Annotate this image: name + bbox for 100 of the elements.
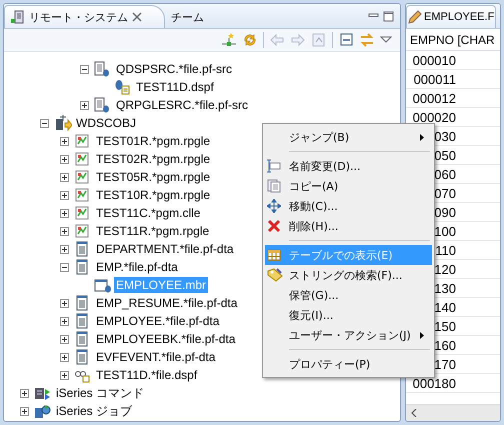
table-cell-text: 150: [433, 318, 456, 334]
expander-icon[interactable]: [60, 262, 69, 272]
menu-item[interactable]: コピー(A): [265, 176, 432, 196]
source-file-icon: [94, 61, 110, 77]
view-tab[interactable]: チーム: [165, 6, 214, 28]
expander-icon[interactable]: [60, 316, 69, 326]
column-header: EMPNO [CHAR: [406, 29, 500, 51]
expander-icon[interactable]: [60, 172, 69, 182]
tree-item[interactable]: TEST01R.*pgm.rpgle: [94, 133, 212, 149]
tree-item[interactable]: iSeries ジョブ: [54, 402, 134, 420]
tree-item[interactable]: QDSPSRC.*file.pf-src: [114, 61, 234, 77]
close-icon[interactable]: [132, 12, 142, 22]
tree-item[interactable]: QRPGLESRC.*file.pf-src: [114, 97, 250, 113]
expander-icon[interactable]: [60, 298, 69, 308]
table-cell-text: 070: [433, 186, 456, 200]
table-cell-text: 000020: [412, 110, 456, 124]
table-cell-text: 000011: [412, 72, 456, 86]
tree-item[interactable]: TEST02R.*pgm.rpgle: [94, 151, 212, 167]
menu-item[interactable]: 削除(H)...: [265, 216, 432, 236]
table-cell-text: 110: [434, 242, 456, 258]
table-cell-text: 000012: [412, 90, 456, 106]
table-cell-text: 030: [433, 128, 456, 144]
menu-item[interactable]: 名前変更(D)...: [265, 156, 432, 176]
menu-item[interactable]: 復元(I)...: [265, 305, 432, 325]
new-connection-icon[interactable]: [221, 32, 237, 48]
delete-icon: [267, 219, 281, 233]
program-icon: [74, 223, 90, 239]
refresh-icon[interactable]: [242, 32, 258, 48]
tree-item[interactable]: TEST11R.*pgm.rpgle: [94, 223, 212, 239]
expander-icon[interactable]: [60, 136, 69, 146]
pencil-icon: [408, 10, 422, 24]
table-cell-text: 100: [433, 224, 456, 238]
table-icon: [267, 248, 281, 262]
table-cell-text: 090: [433, 204, 456, 220]
tree-item[interactable]: EMPLOYEEBK.*file.pf-dta: [94, 331, 238, 347]
program-icon: [74, 151, 90, 167]
data-file-icon: [74, 295, 90, 311]
library-icon: [54, 115, 72, 131]
menu-item[interactable]: プロパティー(P): [265, 354, 432, 374]
search-icon: [267, 268, 283, 282]
scroll-left-icon[interactable]: [411, 409, 417, 417]
expander-icon[interactable]: [20, 388, 29, 398]
data-file-icon: [74, 259, 90, 275]
expander-icon[interactable]: [60, 244, 69, 254]
data-member-icon: [94, 277, 112, 293]
expander-icon[interactable]: [60, 226, 69, 236]
view-tab[interactable]: リモート・システム: [4, 5, 165, 28]
maximize-icon[interactable]: [383, 10, 394, 22]
program-icon: [74, 205, 90, 221]
table-cell-text: 140: [433, 300, 456, 314]
menu-item[interactable]: ストリングの検索(F)...: [265, 265, 432, 285]
horizontal-scrollbar[interactable]: [406, 404, 500, 421]
server-icon: [11, 10, 25, 24]
menu-item[interactable]: ユーザー・アクション(J): [265, 325, 432, 345]
expander-icon[interactable]: [60, 370, 69, 380]
expander-icon[interactable]: [20, 406, 29, 416]
tree-item[interactable]: TEST10R.*pgm.rpgle: [94, 187, 212, 203]
tree-item[interactable]: EMP_RESUME.*file.pf-dta: [94, 295, 240, 311]
expander-icon[interactable]: [60, 190, 69, 200]
table-cell-text: 120: [433, 262, 456, 276]
menu-item[interactable]: ジャンプ(B): [265, 127, 432, 147]
data-file-icon: [74, 331, 90, 347]
tree-item[interactable]: TEST11D.*file.dspf: [94, 367, 200, 383]
table-cell-text: 000180: [412, 376, 456, 390]
move-icon: [267, 199, 281, 213]
tree-item[interactable]: EVFEVENT.*file.pf-dta: [94, 349, 218, 365]
tree-item[interactable]: EMPLOYEE.*file.pf-dta: [94, 313, 222, 329]
table-cell-text: 060: [433, 166, 456, 182]
expander-icon[interactable]: [80, 64, 89, 74]
table-cell-text: 170: [433, 356, 456, 372]
tree-item[interactable]: EMP.*file.pf-dta: [94, 259, 180, 275]
tree-item[interactable]: TEST11D.dspf: [134, 79, 216, 95]
collapse-all-icon[interactable]: [338, 32, 354, 48]
tree-item[interactable]: iSeries コマンド: [54, 384, 146, 402]
table-cell-text: 130: [433, 280, 456, 296]
program-icon: [74, 169, 90, 185]
expander-icon[interactable]: [60, 352, 69, 362]
tree-item[interactable]: WDSCOBJ: [74, 115, 138, 131]
commands-icon: [34, 385, 52, 401]
expander-icon[interactable]: [60, 334, 69, 344]
expander-icon[interactable]: [60, 208, 69, 218]
tree-item[interactable]: TEST05R.*pgm.rpgle: [94, 169, 212, 185]
table-cell-text: 050: [433, 148, 456, 162]
menu-item[interactable]: 保管(G)...: [265, 285, 432, 305]
program-icon: [74, 133, 90, 149]
editor-tab[interactable]: EMPLOYEE.F: [406, 5, 496, 28]
tree-item[interactable]: TEST11C.*pgm.clle: [94, 205, 202, 221]
data-file-icon: [74, 349, 90, 365]
expander-icon[interactable]: [60, 154, 69, 164]
data-file-icon: [74, 313, 90, 329]
table-cell-text: 000010: [412, 52, 456, 68]
expander-icon[interactable]: [80, 100, 89, 110]
menu-item[interactable]: 移動(C)...: [265, 196, 432, 216]
tree-item[interactable]: DEPARTMENT.*file.pf-dta: [94, 241, 236, 257]
program-icon: [74, 187, 90, 203]
expander-icon[interactable]: [40, 118, 49, 128]
table-cell-text: 160: [433, 338, 456, 352]
rename-icon: [267, 159, 281, 173]
source-file-icon: [94, 97, 110, 113]
data-file-icon: [74, 241, 90, 257]
